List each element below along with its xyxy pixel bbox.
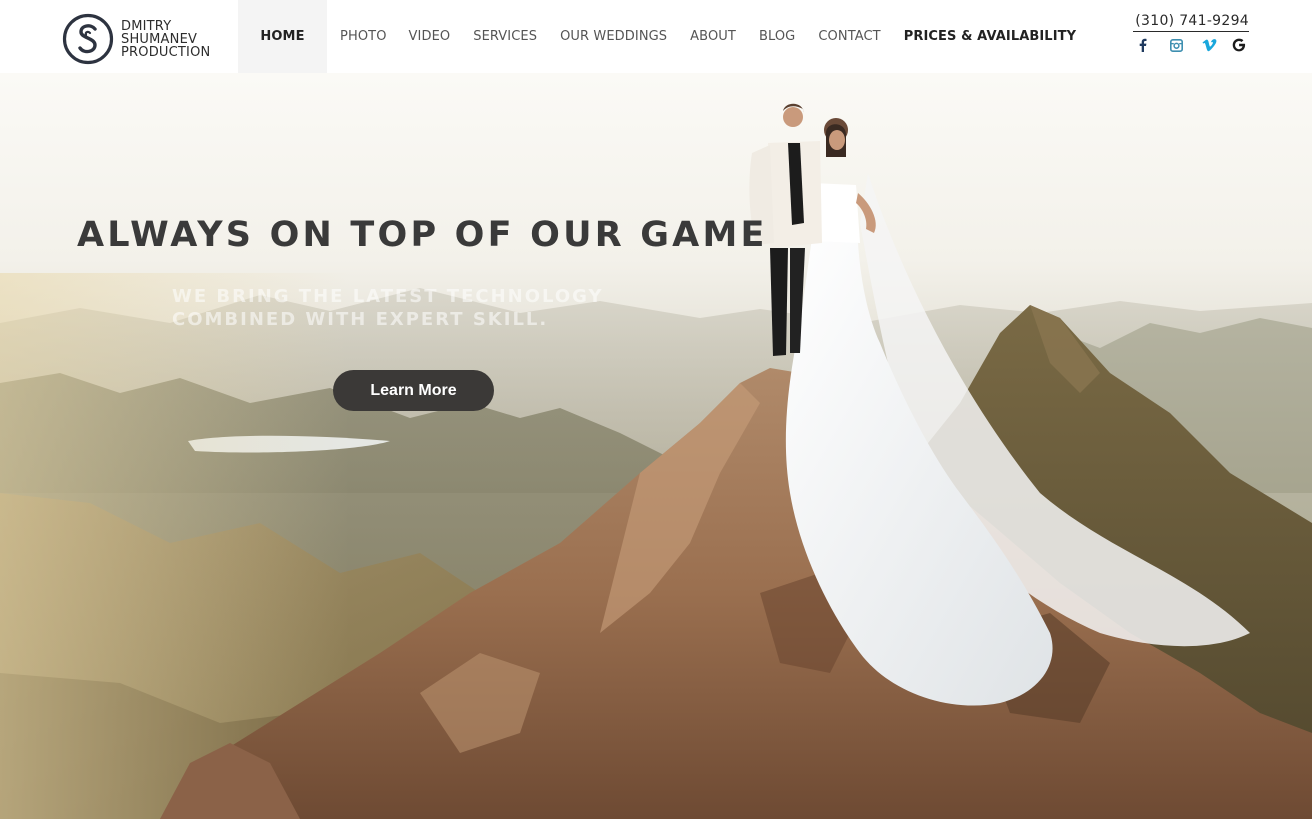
hero-background-image <box>0 73 1312 819</box>
nav-about[interactable]: ABOUT <box>690 0 736 73</box>
logo-mark-icon <box>62 13 114 65</box>
facebook-icon[interactable] <box>1134 35 1150 55</box>
nav-home[interactable]: HOME <box>238 0 327 73</box>
logo-line-3: PRODUCTION <box>121 44 211 60</box>
hero-section: ALWAYS ON TOP OF OUR GAME WE BRING THE L… <box>0 73 1312 819</box>
nav-photo[interactable]: PHOTO <box>340 0 387 73</box>
vimeo-icon[interactable] <box>1201 35 1217 55</box>
header-contact: (310) 741-9294 <box>1133 13 1249 55</box>
nav-blog[interactable]: BLOG <box>759 0 795 73</box>
instagram-icon[interactable] <box>1168 35 1184 55</box>
hero-subtitle: WE BRING THE LATEST TECHNOLOGY COMBINED … <box>172 286 604 330</box>
site-logo[interactable]: DMITRY SHUMANEV PRODUCTION <box>62 13 232 65</box>
social-links <box>1133 35 1249 55</box>
logo-line-2: SHUMANEV <box>121 31 198 47</box>
nav-our-weddings[interactable]: OUR WEDDINGS <box>560 0 667 73</box>
nav-services[interactable]: SERVICES <box>473 0 537 73</box>
phone-link[interactable]: (310) 741-9294 <box>1133 13 1249 32</box>
nav-contact[interactable]: CONTACT <box>818 0 880 73</box>
nav-prices-availability[interactable]: PRICES & AVAILABILITY <box>904 0 1076 73</box>
learn-more-button[interactable]: Learn More <box>333 370 494 411</box>
main-nav: HOME PHOTO VIDEO SERVICES OUR WEDDINGS A… <box>238 0 1076 73</box>
site-header: DMITRY SHUMANEV PRODUCTION HOME PHOTO VI… <box>0 0 1312 73</box>
logo-wordmark: DMITRY SHUMANEV PRODUCTION <box>121 20 210 59</box>
logo-line-1: DMITRY <box>121 18 172 34</box>
hero-title: ALWAYS ON TOP OF OUR GAME <box>77 215 768 255</box>
google-icon[interactable] <box>1231 35 1247 55</box>
nav-video[interactable]: VIDEO <box>409 0 451 73</box>
